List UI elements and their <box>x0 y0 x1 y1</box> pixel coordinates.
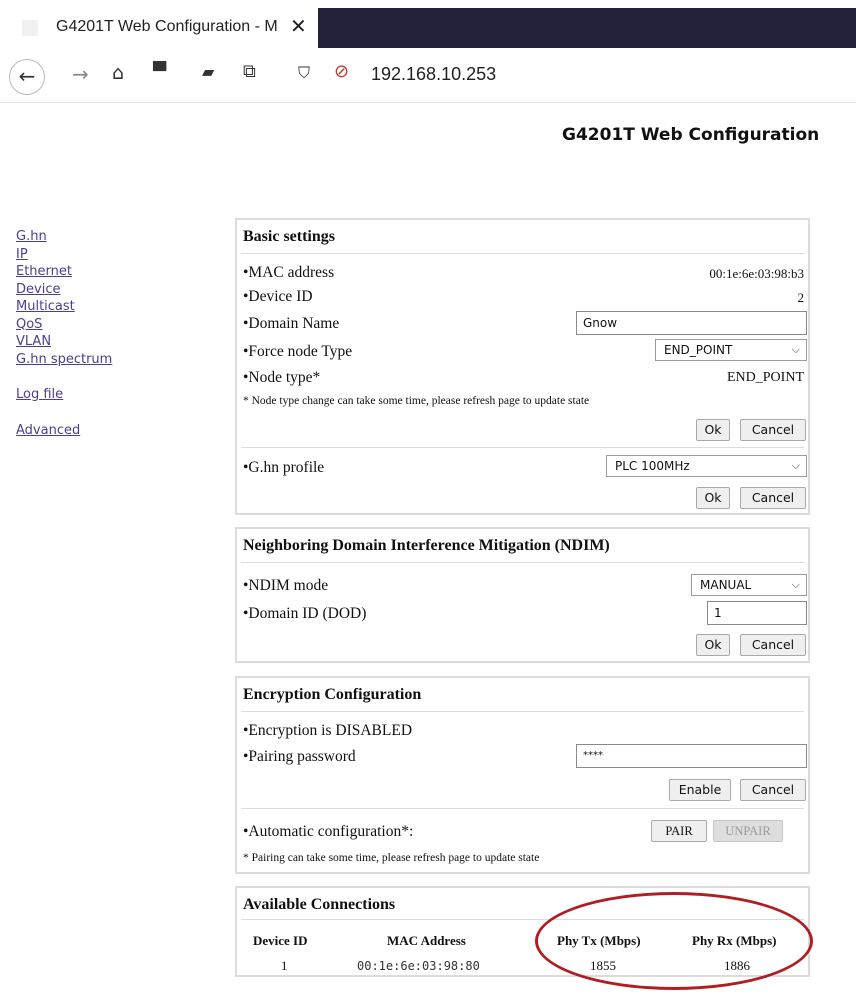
cell-mac-address: 00:1e:6e:03:98:80 <box>357 959 480 973</box>
basic-settings-title: Basic settings <box>243 228 335 245</box>
profile-ok-button[interactable]: Ok <box>696 487 730 509</box>
ndim-mode-selected: MANUAL <box>700 578 752 592</box>
left-navigation: G.hn IP Ethernet Device Multicast QoS VL… <box>16 228 112 439</box>
basic-cancel-button[interactable]: Cancel <box>740 419 806 441</box>
nav-link-ip[interactable]: IP <box>16 246 112 264</box>
shield-icon[interactable]: ⛉ <box>298 63 310 83</box>
favicon-icon <box>22 20 38 36</box>
node-type-value: END_POINT <box>727 370 804 385</box>
encryption-status: •Encryption is DISABLED <box>243 722 413 739</box>
screenshot-icon[interactable]: ⧉ <box>243 61 256 82</box>
forward-icon[interactable]: → <box>72 62 89 86</box>
pairing-password-input[interactable]: **** <box>576 744 807 768</box>
pairing-password-label: •Pairing password <box>243 748 356 765</box>
browser-title-bar: G4201T Web Configuration - M ✕ <box>0 0 856 50</box>
available-connections-title: Available Connections <box>243 896 396 913</box>
highlight-annotation-ring <box>535 892 813 990</box>
ndim-cancel-button[interactable]: Cancel <box>740 634 806 656</box>
divider <box>241 562 804 563</box>
enable-button[interactable]: Enable <box>669 779 731 801</box>
ndim-title: Neighboring Domain Interference Mitigati… <box>243 537 610 554</box>
extension-icon[interactable]: ▰ <box>202 62 214 81</box>
nav-link-device[interactable]: Device <box>16 281 112 299</box>
nav-link-qos[interactable]: QoS <box>16 316 112 334</box>
nav-link-multicast[interactable]: Multicast <box>16 298 112 316</box>
tab-title: G4201T Web Configuration - M <box>56 18 278 35</box>
ghn-profile-label: •G.hn profile <box>243 459 325 476</box>
home-icon[interactable]: ⌂ <box>112 62 124 84</box>
profile-cancel-button[interactable]: Cancel <box>740 487 806 509</box>
divider <box>241 808 804 809</box>
address-bar[interactable]: 192.168.10.253 <box>371 64 496 85</box>
device-id-value: 2 <box>797 290 805 305</box>
title-bar-background <box>318 8 856 48</box>
basic-ok-button[interactable]: Ok <box>696 419 730 441</box>
automatic-configuration-label: •Automatic configuration*: <box>243 823 414 840</box>
force-node-type-select[interactable]: END_POINT ⌵ <box>655 339 807 361</box>
force-node-type-selected: END_POINT <box>664 343 733 357</box>
page-title: G4201T Web Configuration <box>562 125 820 145</box>
column-header-mac-address: MAC Address <box>387 933 466 948</box>
close-tab-icon[interactable]: ✕ <box>290 14 307 38</box>
force-node-type-label: •Force node Type <box>243 343 353 360</box>
chevron-down-icon: ⌵ <box>791 343 800 356</box>
ndim-panel: Neighboring Domain Interference Mitigati… <box>235 527 810 663</box>
mac-address-value: 00:1e:6e:03:98:b3 <box>709 266 804 281</box>
pair-button[interactable]: PAIR <box>651 820 707 842</box>
nav-link-ethernet[interactable]: Ethernet <box>16 263 112 281</box>
basic-settings-panel: Basic settings •MAC address 00:1e:6e:03:… <box>235 218 810 515</box>
column-header-device-id: Device ID <box>253 933 308 948</box>
browser-toolbar: ← → ⌂ ▀ ▰ ⧉ ⛉ ⊘ 192.168.10.253 <box>0 50 856 103</box>
insecure-lock-icon[interactable]: ⊘ <box>334 61 349 82</box>
unpair-button[interactable]: UNPAIR <box>713 820 783 842</box>
browser-tab[interactable]: G4201T Web Configuration - M ✕ <box>8 8 312 48</box>
domain-name-input[interactable]: Gnow <box>576 311 807 335</box>
divider <box>241 711 804 712</box>
nav-link-ghn[interactable]: G.hn <box>16 228 112 246</box>
node-type-label: •Node type* <box>243 369 321 386</box>
node-type-note: * Node type change can take some time, p… <box>243 395 590 407</box>
print-icon[interactable]: ▀ <box>153 62 166 82</box>
chevron-down-icon: ⌵ <box>791 459 800 472</box>
nav-link-advanced[interactable]: Advanced <box>16 422 112 440</box>
divider <box>241 253 804 254</box>
pairing-note: * Pairing can take some time, please ref… <box>243 852 540 864</box>
ghn-profile-select[interactable]: PLC 100MHz ⌵ <box>606 455 807 477</box>
nav-link-log-file[interactable]: Log file <box>16 386 112 404</box>
nav-link-vlan[interactable]: VLAN <box>16 333 112 351</box>
ghn-profile-selected: PLC 100MHz <box>615 459 690 473</box>
mac-address-label: •MAC address <box>243 264 335 281</box>
nav-link-ghn-spectrum[interactable]: G.hn spectrum <box>16 351 112 369</box>
ndim-mode-label: •NDIM mode <box>243 577 329 594</box>
cell-device-id: 1 <box>281 958 288 973</box>
ndim-mode-select[interactable]: MANUAL ⌵ <box>691 574 807 596</box>
encryption-cancel-button[interactable]: Cancel <box>740 779 806 801</box>
ndim-ok-button[interactable]: Ok <box>696 634 730 656</box>
back-icon[interactable]: ← <box>9 59 45 95</box>
device-id-label: •Device ID <box>243 288 313 305</box>
domain-name-label: •Domain Name <box>243 315 340 332</box>
encryption-title: Encryption Configuration <box>243 686 422 703</box>
domain-id-label: •Domain ID (DOD) <box>243 605 367 622</box>
chevron-down-icon: ⌵ <box>791 578 800 591</box>
divider <box>241 447 804 448</box>
domain-id-input[interactable]: 1 <box>707 601 807 625</box>
encryption-panel: Encryption Configuration •Encryption is … <box>235 676 810 874</box>
